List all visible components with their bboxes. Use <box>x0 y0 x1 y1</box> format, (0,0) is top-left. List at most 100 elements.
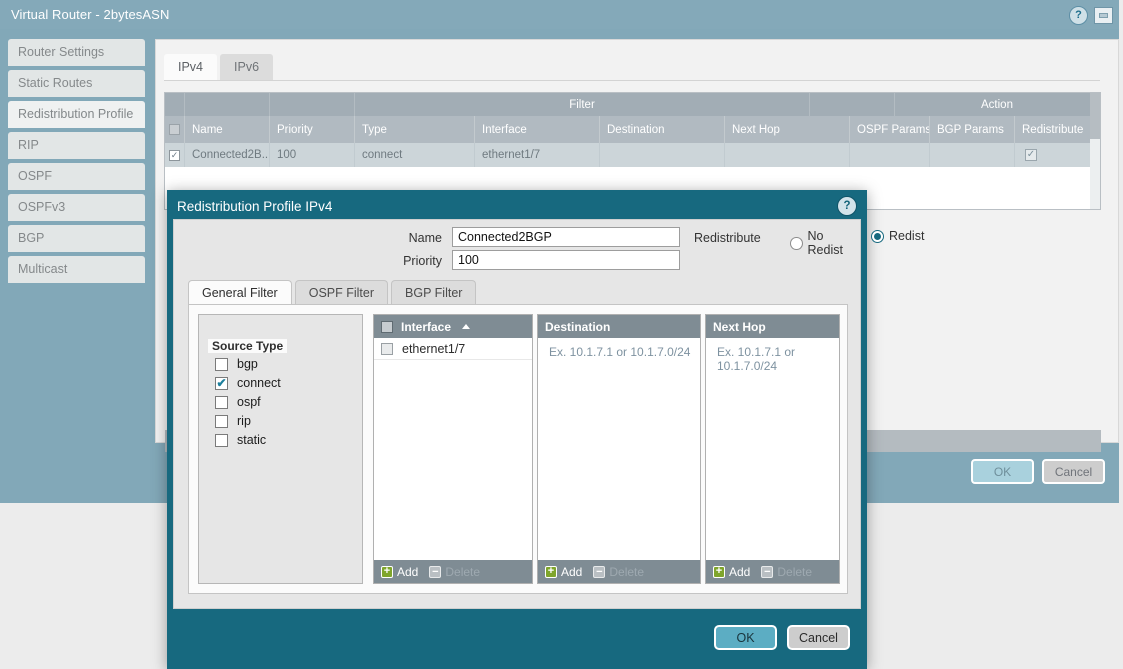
column-header-priority[interactable]: Priority <box>270 116 355 143</box>
add-icon: + <box>381 566 393 578</box>
tab-general-filter[interactable]: General Filter <box>188 280 292 305</box>
column-header-bgp-params[interactable]: BGP Params <box>930 116 1015 143</box>
next-hop-add-button[interactable]: + Add <box>713 565 750 579</box>
sidebar-item-multicast[interactable]: Multicast <box>8 256 145 283</box>
priority-label: Priority <box>364 254 442 268</box>
row-select-cell[interactable]: ✓ <box>165 143 185 167</box>
destination-delete-label: Delete <box>609 565 644 579</box>
table-row[interactable]: ✓ Connected2B... 100 connect ethernet1/7… <box>165 143 1100 167</box>
table-scrollbar[interactable] <box>1090 93 1100 209</box>
table-header-row: Name Priority Type Interface Destination… <box>165 116 1100 143</box>
radio-no-redist-indicator[interactable] <box>790 237 803 250</box>
destination-panel-header[interactable]: Destination <box>538 315 700 338</box>
window-title: Virtual Router - 2bytesASN <box>11 7 169 22</box>
table-scrollbar-thumb[interactable] <box>1090 93 1100 139</box>
help-icon[interactable]: ? <box>837 196 857 216</box>
sidebar-item-ospfv3[interactable]: OSPFv3 <box>8 194 145 221</box>
tab-ospf-filter[interactable]: OSPF Filter <box>295 280 388 305</box>
help-icon[interactable]: ? <box>1069 6 1088 25</box>
interface-panel-footer: + Add − Delete <box>374 560 532 583</box>
next-hop-panel: Next Hop Ex. 10.1.7.1 or 10.1.7.0/24 + A… <box>705 314 840 584</box>
cell-type: connect <box>355 143 475 167</box>
destination-panel-body: Ex. 10.1.7.1 or 10.1.7.0/24 <box>538 338 700 559</box>
checkbox-rip-box[interactable] <box>215 415 228 428</box>
cell-priority: 100 <box>270 143 355 167</box>
radio-no-redist[interactable]: No Redist <box>790 229 860 257</box>
next-hop-delete-button[interactable]: − Delete <box>761 565 812 579</box>
cell-destination <box>600 143 725 167</box>
interface-item-checkbox[interactable] <box>381 343 393 355</box>
checkbox-ospf-label: ospf <box>237 395 261 409</box>
window-ok-button[interactable]: OK <box>971 459 1034 484</box>
column-header-redistribute[interactable]: Redistribute <box>1015 116 1100 143</box>
interface-panel-header[interactable]: Interface <box>374 315 532 338</box>
delete-icon: − <box>761 566 773 578</box>
group-spacer-name <box>185 93 270 116</box>
interface-panel: Interface ethernet1/7 + Add − <box>373 314 533 584</box>
checkbox-static-box[interactable] <box>215 434 228 447</box>
interface-delete-button[interactable]: − Delete <box>429 565 480 579</box>
column-header-interface[interactable]: Interface <box>475 116 600 143</box>
group-spacer-priority <box>270 93 355 116</box>
general-filter-panel: Source Type bgp ✔ connect ospf rip stati… <box>188 304 848 594</box>
select-all-checkbox[interactable] <box>169 124 180 135</box>
interface-select-all-checkbox[interactable] <box>381 321 393 333</box>
dialog-cancel-button[interactable]: Cancel <box>787 625 850 650</box>
dialog-title: Redistribution Profile IPv4 <box>177 199 332 214</box>
name-input[interactable] <box>452 227 680 247</box>
window-titlebar: Virtual Router - 2bytesASN ? <box>0 0 1119 29</box>
tab-ipv4[interactable]: IPv4 <box>164 54 217 80</box>
sidebar-item-static-routes[interactable]: Static Routes <box>8 70 145 97</box>
checkbox-static[interactable]: static <box>215 433 266 447</box>
sidebar-item-ospf[interactable]: OSPF <box>8 163 145 190</box>
radio-redist-indicator[interactable] <box>871 230 884 243</box>
destination-delete-button[interactable]: − Delete <box>593 565 644 579</box>
priority-input[interactable] <box>452 250 680 270</box>
sidebar-item-router-settings[interactable]: Router Settings <box>8 39 145 66</box>
titlebar-icon-group: ? <box>1069 6 1113 25</box>
checkbox-ospf-box[interactable] <box>215 396 228 409</box>
next-hop-panel-footer: + Add − Delete <box>706 560 839 583</box>
row-checkbox[interactable]: ✓ <box>169 150 180 161</box>
source-type-legend: Source Type <box>208 339 287 353</box>
add-icon: + <box>713 566 725 578</box>
delete-icon: − <box>593 566 605 578</box>
column-header-destination[interactable]: Destination <box>600 116 725 143</box>
checkbox-rip[interactable]: rip <box>215 414 251 428</box>
interface-add-button[interactable]: + Add <box>381 565 418 579</box>
tab-ipv6[interactable]: IPv6 <box>220 54 273 80</box>
radio-no-redist-label: No Redist <box>808 229 860 257</box>
header-select-all[interactable] <box>165 116 185 143</box>
interface-panel-body: ethernet1/7 <box>374 338 532 559</box>
checkbox-bgp[interactable]: bgp <box>215 357 258 371</box>
table-group-header-row: Filter Action <box>165 93 1100 116</box>
sidebar-item-rip[interactable]: RIP <box>8 132 145 159</box>
destination-add-button[interactable]: + Add <box>545 565 582 579</box>
filter-tabs: General Filter OSPF Filter BGP Filter <box>188 280 479 305</box>
column-header-ospf-params[interactable]: OSPF Params <box>850 116 930 143</box>
checkbox-ospf[interactable]: ospf <box>215 395 261 409</box>
window-cancel-button[interactable]: Cancel <box>1042 459 1105 484</box>
checkbox-connect[interactable]: ✔ connect <box>215 376 281 390</box>
dialog-ok-button[interactable]: OK <box>714 625 777 650</box>
checkbox-bgp-box[interactable] <box>215 358 228 371</box>
sort-ascending-icon[interactable] <box>462 324 470 329</box>
sidebar-item-redistribution-profile[interactable]: Redistribution Profile <box>8 101 145 128</box>
column-header-name[interactable]: Name <box>185 116 270 143</box>
group-header-filter: Filter <box>355 93 810 116</box>
maximize-icon[interactable] <box>1094 7 1113 24</box>
list-item[interactable]: ethernet1/7 <box>374 338 532 360</box>
next-hop-delete-label: Delete <box>777 565 812 579</box>
checkbox-connect-box[interactable]: ✔ <box>215 377 228 390</box>
destination-add-label: Add <box>561 565 582 579</box>
next-hop-panel-header[interactable]: Next Hop <box>706 315 839 338</box>
cell-ospf-params <box>850 143 930 167</box>
column-header-next-hop[interactable]: Next Hop <box>725 116 850 143</box>
radio-redist[interactable]: Redist <box>871 229 924 243</box>
window-button-group: OK Cancel <box>971 459 1105 484</box>
redistribute-checkbox[interactable]: ✓ <box>1025 149 1037 161</box>
tab-bgp-filter[interactable]: BGP Filter <box>391 280 476 305</box>
sidebar-item-bgp[interactable]: BGP <box>8 225 145 252</box>
column-header-type[interactable]: Type <box>355 116 475 143</box>
checkbox-connect-label: connect <box>237 376 281 390</box>
